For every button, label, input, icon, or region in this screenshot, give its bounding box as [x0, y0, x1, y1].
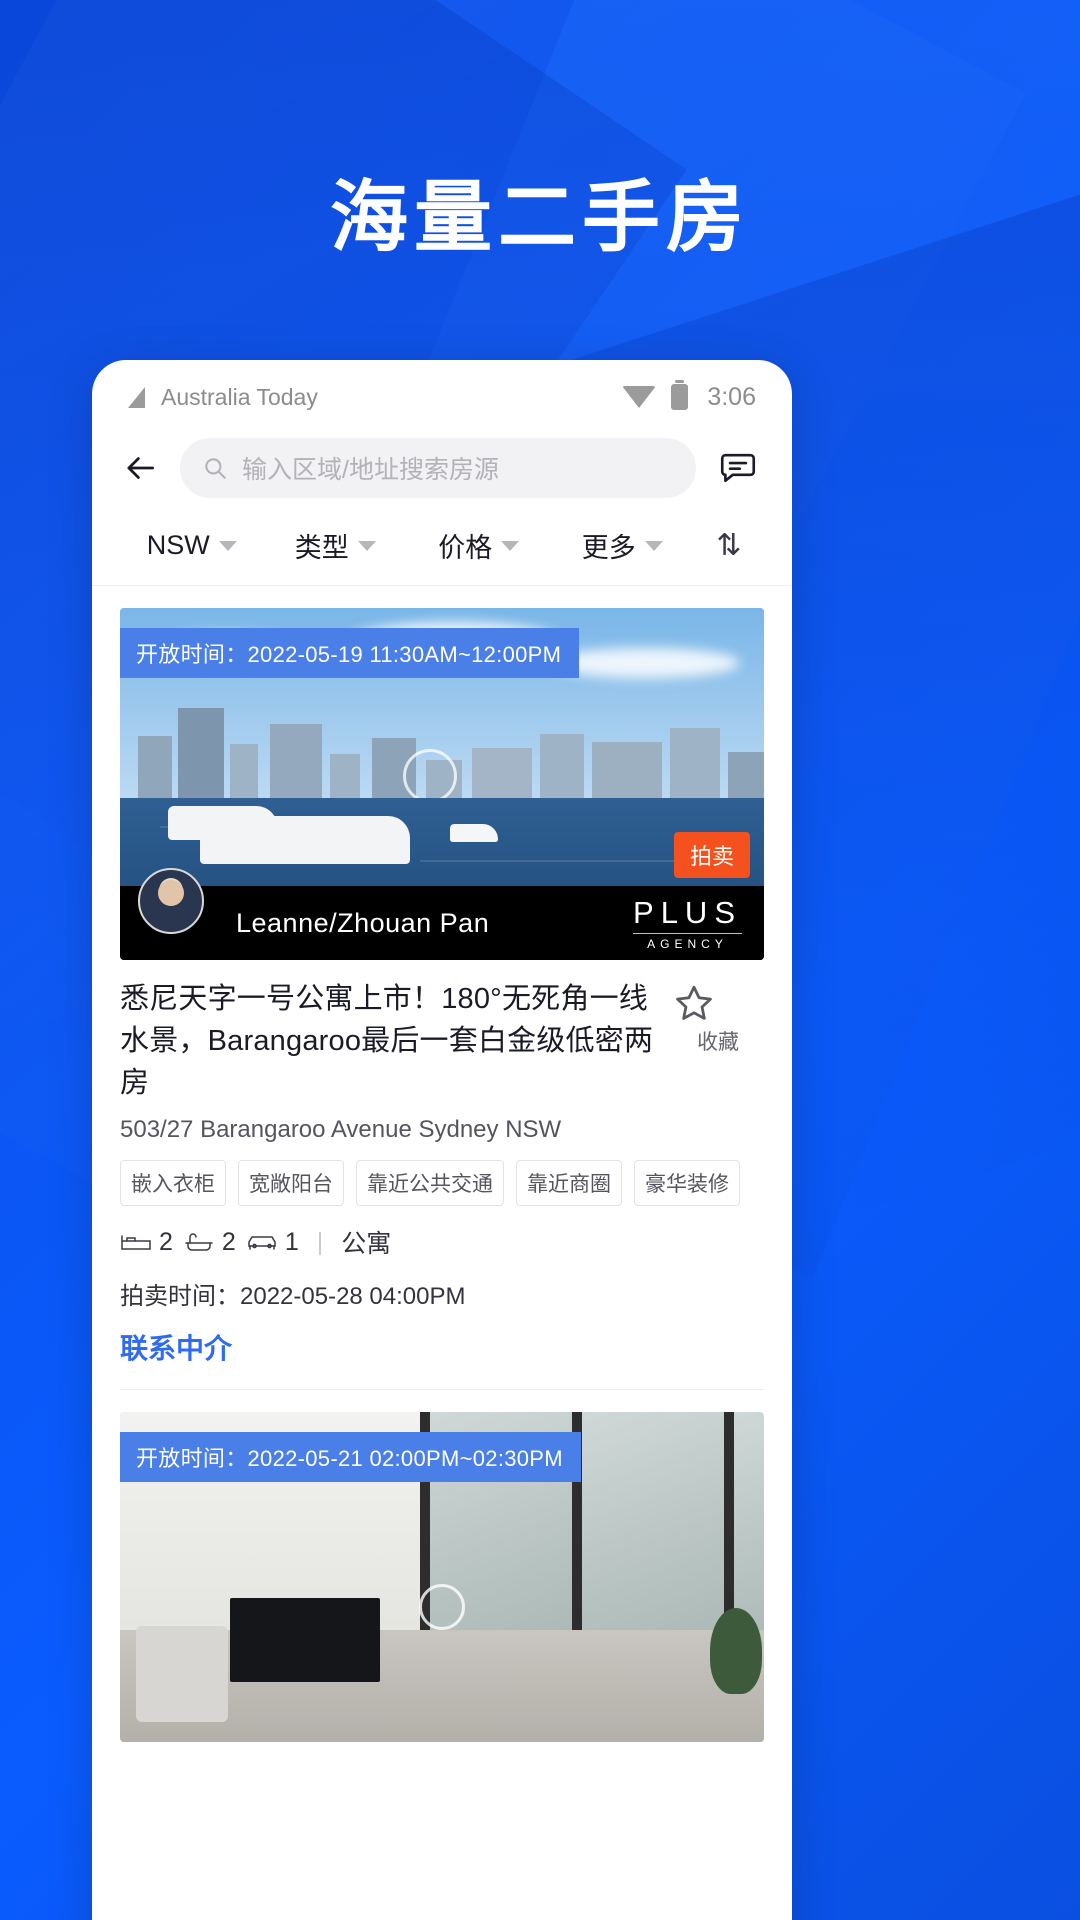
- chevron-down-icon: [644, 540, 663, 551]
- spec-property-type: 公寓: [341, 1230, 392, 1259]
- listing-tags: 嵌入衣柜 宽敞阳台 靠近公共交通 靠近商圈 豪华装修: [120, 1160, 764, 1207]
- filter-type[interactable]: 类型: [264, 526, 408, 565]
- listing-photo[interactable]: 开放时间：2022-05-19 11:30AM~12:00PM 拍卖 Leann…: [120, 608, 764, 960]
- photo-ferris-wheel: [403, 748, 458, 803]
- listing-specs: 2 2 1 | 公寓: [120, 1224, 764, 1260]
- promo-headline: 海量二手房: [329, 173, 750, 261]
- star-outline-icon: [676, 985, 712, 1020]
- filter-bar: NSW 类型 价格 更多 ⇅: [92, 514, 792, 586]
- filter-more[interactable]: 更多: [551, 526, 695, 565]
- spec-divider: |: [316, 1227, 324, 1256]
- spec-bedrooms-value: 2: [159, 1227, 173, 1256]
- bath-icon: [185, 1233, 213, 1251]
- listing-tag: 嵌入衣柜: [120, 1160, 226, 1207]
- wifi-icon: [622, 386, 657, 408]
- listing-tag: 豪华装修: [634, 1160, 740, 1207]
- agent-bar: Leanne/Zhouan Pan PLUS AGENCY: [120, 868, 764, 960]
- photo-sailboat: [450, 824, 498, 842]
- listing-address: 503/27 Barangaroo Avenue Sydney NSW: [120, 1116, 562, 1144]
- open-time-banner: 开放时间：2022-05-19 11:30AM~12:00PM: [120, 628, 580, 678]
- photo-tv: [230, 1598, 380, 1683]
- battery-icon: [671, 380, 689, 410]
- listing-tag: 宽敞阳台: [238, 1160, 344, 1207]
- listing-card[interactable]: 开放时间：2022-05-19 11:30AM~12:00PM 拍卖 Leann…: [92, 608, 792, 1391]
- filter-price-label: 价格: [438, 533, 493, 563]
- filter-region[interactable]: NSW: [120, 530, 264, 561]
- photo-plant: [710, 1608, 762, 1695]
- listing-tag: 靠近商圈: [516, 1160, 622, 1207]
- photo-boat: [168, 806, 278, 840]
- agency-logo-sub: AGENCY: [633, 933, 742, 951]
- contact-agent-link[interactable]: 联系中介: [120, 1327, 764, 1367]
- agent-name: Leanne/Zhouan Pan: [236, 907, 490, 938]
- chevron-down-icon: [357, 540, 376, 551]
- search-bar: 输入区域/地址搜索房源: [92, 434, 792, 514]
- search-placeholder: 输入区域/地址搜索房源: [242, 456, 499, 484]
- sort-updown-icon[interactable]: ⇅: [694, 528, 764, 563]
- spec-parking-value: 1: [284, 1227, 299, 1256]
- phone-mockup: Australia Today 3:06 输入区域/地址搜索房源 NSW 类型 …: [92, 360, 792, 1920]
- agency-logo: PLUS AGENCY: [633, 895, 748, 951]
- open-time-banner: 开放时间：2022-05-21 02:00PM~02:30PM: [120, 1432, 581, 1483]
- clock-label: 3:06: [707, 382, 756, 411]
- signal-triangle-icon: [128, 386, 145, 408]
- avatar: [138, 868, 204, 934]
- status-bar: Australia Today 3:06: [92, 360, 792, 434]
- bed-icon: [121, 1235, 151, 1250]
- search-input[interactable]: 输入区域/地址搜索房源: [180, 438, 696, 498]
- listing-title[interactable]: 悉尼天字一号公寓上市！180°无死角一线水景，Barangaroo最后一套白金级…: [120, 978, 662, 1104]
- photo-play-icon: [419, 1583, 465, 1630]
- filter-more-label: 更多: [581, 533, 636, 563]
- chevron-down-icon: [501, 540, 520, 551]
- chevron-down-icon: [218, 540, 237, 551]
- spec-bedrooms: 2: [120, 1228, 173, 1257]
- listing-card[interactable]: 开放时间：2022-05-21 02:00PM~02:30PM: [92, 1412, 792, 1743]
- filter-region-label: NSW: [146, 530, 210, 560]
- filter-price[interactable]: 价格: [407, 526, 551, 565]
- agency-logo-name: PLUS: [633, 895, 742, 930]
- message-icon[interactable]: [714, 444, 762, 492]
- photo-sofa: [136, 1626, 228, 1723]
- filter-type-label: 类型: [294, 533, 349, 563]
- spec-parking: 1: [246, 1228, 299, 1257]
- favorite-button[interactable]: 收藏: [672, 978, 764, 1056]
- car-icon: [248, 1236, 276, 1250]
- listing-tag: 靠近公共交通: [356, 1160, 504, 1207]
- listing-photo[interactable]: 开放时间：2022-05-21 02:00PM~02:30PM: [120, 1412, 764, 1743]
- auction-badge: 拍卖: [673, 832, 750, 878]
- back-arrow-icon[interactable]: [118, 446, 162, 490]
- carrier-label: Australia Today: [161, 383, 318, 410]
- listing-title-row: 悉尼天字一号公寓上市！180°无死角一线水景，Barangaroo最后一套白金级…: [120, 978, 764, 1104]
- search-icon: [205, 458, 226, 479]
- auction-time: 拍卖时间：2022-05-28 04:00PM: [120, 1283, 466, 1311]
- spec-bathrooms: 2: [183, 1228, 236, 1257]
- spec-bathrooms-value: 2: [221, 1227, 236, 1256]
- status-bar-left: Australia Today: [128, 384, 622, 411]
- status-bar-right: 3:06: [622, 380, 756, 412]
- card-divider: [120, 1389, 764, 1391]
- favorite-label: 收藏: [697, 1031, 739, 1054]
